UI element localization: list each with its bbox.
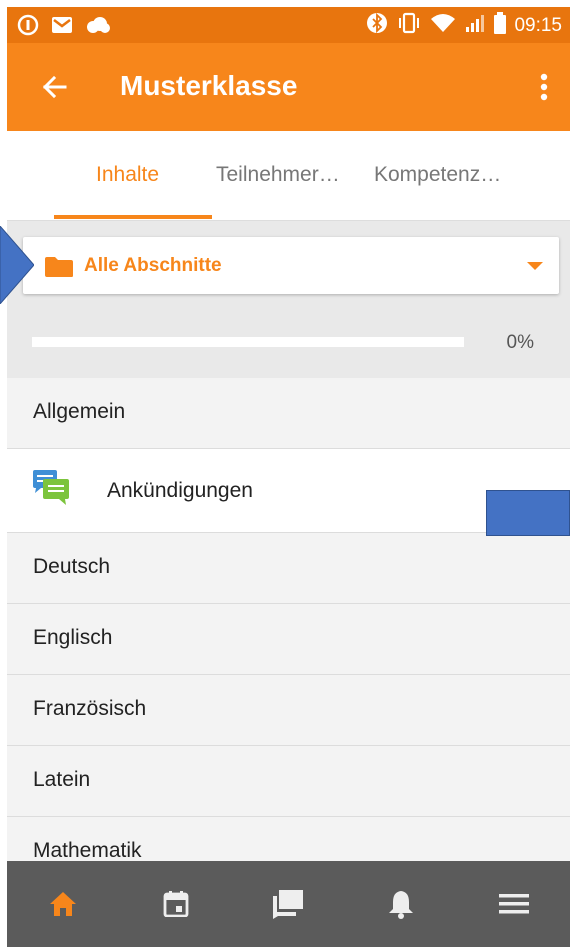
- clock: 09:15: [514, 15, 562, 36]
- tab-bar: Inhalte Teilnehmer… Kompetenz…: [7, 131, 570, 221]
- back-button[interactable]: [37, 69, 73, 105]
- section-filter-area: Alle Abschnitte 0%: [7, 221, 570, 378]
- nav-more[interactable]: [484, 874, 544, 934]
- vibrate-icon: [396, 12, 422, 40]
- tab-teilnehmer[interactable]: Teilnehmer…: [216, 163, 340, 187]
- annotation-box-shape: [486, 490, 570, 536]
- home-icon: [50, 892, 77, 916]
- status-bar: 09:15: [7, 7, 570, 43]
- cloud-icon: [85, 17, 111, 38]
- forum-icon: [31, 469, 71, 512]
- more-vert-icon: [540, 73, 548, 101]
- course-progress-label: 0%: [506, 332, 534, 353]
- wifi-icon: [430, 13, 456, 39]
- arrow-back-icon: [42, 75, 67, 99]
- section-row-deutsch[interactable]: Deutsch: [7, 533, 570, 604]
- folder-icon: [44, 256, 74, 283]
- section-row-englisch[interactable]: Englisch: [7, 604, 570, 675]
- signal-icon: [464, 13, 486, 39]
- course-content-list: Allgemein Ankündigungen Deutsch Englisch…: [7, 378, 570, 888]
- nav-calendar[interactable]: [146, 874, 206, 934]
- section-row-franzoesisch[interactable]: Französisch: [7, 675, 570, 746]
- section-select-value: Alle Abschnitte: [84, 255, 222, 276]
- annotation-arrow-shape: [0, 225, 35, 305]
- module-label: Ankündigungen: [107, 479, 253, 502]
- nav-notifications[interactable]: [371, 874, 431, 934]
- app-notification-icon: [17, 14, 39, 41]
- bluetooth-icon: [366, 12, 388, 40]
- battery-icon: [494, 12, 507, 40]
- section-select-dropdown[interactable]: Alle Abschnitte: [23, 237, 559, 294]
- section-row-allgemein[interactable]: Allgemein: [7, 378, 570, 449]
- overflow-menu-button[interactable]: [530, 69, 558, 105]
- caret-down-icon: [527, 262, 543, 270]
- app-bar: Musterklasse: [7, 43, 570, 131]
- nav-home[interactable]: [33, 874, 93, 934]
- notifications-icon: [389, 891, 414, 919]
- gmail-icon: [51, 16, 73, 39]
- tab-kompetenzen[interactable]: Kompetenz…: [374, 163, 501, 187]
- calendar-icon: [163, 891, 189, 917]
- page-title: Musterklasse: [120, 70, 298, 101]
- bottom-navigation: [7, 861, 570, 947]
- nav-messages[interactable]: [258, 874, 318, 934]
- messages-icon: [273, 890, 304, 919]
- section-row-latein[interactable]: Latein: [7, 746, 570, 817]
- active-tab-indicator: [54, 215, 212, 219]
- tab-inhalte[interactable]: Inhalte: [96, 163, 159, 187]
- menu-icon: [498, 894, 529, 914]
- course-progress-bar: [32, 337, 464, 347]
